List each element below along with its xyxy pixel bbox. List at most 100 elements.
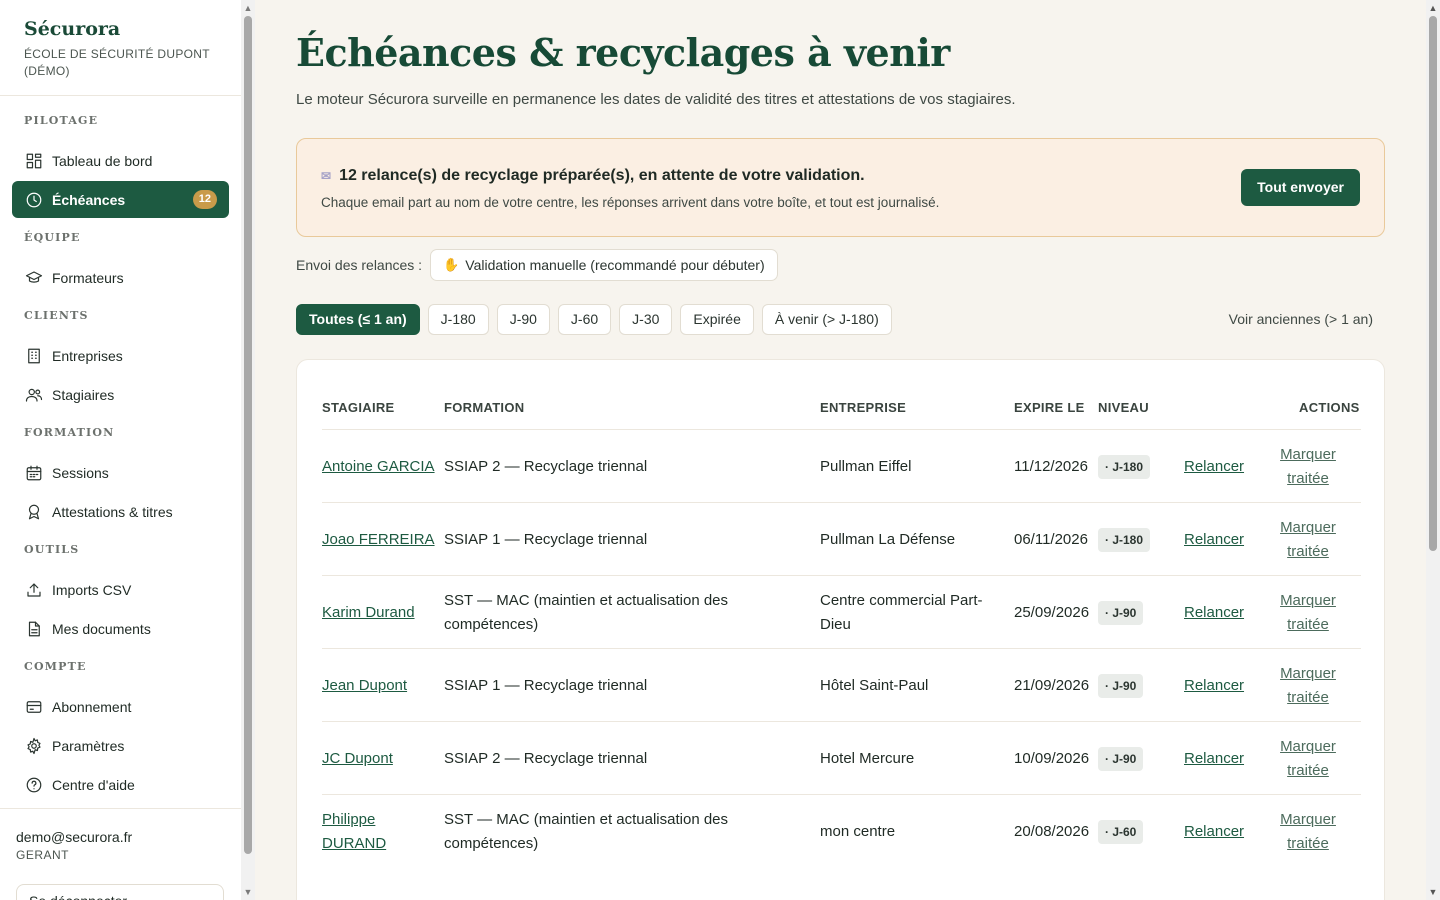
filter-chip-expiree[interactable]: Expirée	[680, 304, 754, 335]
alert-text: Chaque email part au nom de votre centre…	[321, 195, 940, 210]
graduation-cap-icon	[24, 268, 44, 288]
nav-section-heading: CLIENTS	[24, 309, 89, 322]
header-expire: EXPIRE LE	[1014, 400, 1085, 415]
show-old-link[interactable]: Voir anciennes (> 1 an)	[1229, 311, 1373, 327]
sidebar-item-tableau-de-bord[interactable]: Tableau de bord	[12, 142, 229, 179]
brand-name[interactable]: Sécurora	[24, 18, 217, 40]
cell-relancer: Relancer	[1184, 722, 1264, 795]
relancer-link[interactable]: Relancer	[1184, 455, 1244, 479]
table-row: Karim Durand SST — MAC (maintien et actua…	[322, 575, 1361, 648]
scroll-down-arrow-icon[interactable]: ▼	[243, 887, 253, 897]
level-badge: · J-180	[1098, 454, 1151, 479]
cell-entreprise: Pullman Eiffel	[820, 430, 1000, 503]
sidebar-item-formateurs[interactable]: Formateurs	[12, 259, 229, 296]
page-description: Le moteur Sécurora surveille en permanen…	[296, 91, 1016, 108]
send-mode-select[interactable]: ✋ Validation manuelle (recommandé pour d…	[430, 249, 778, 281]
mark-done-link[interactable]: Marquer traitée	[1272, 735, 1344, 783]
scroll-down-arrow-icon[interactable]: ▼	[1428, 887, 1438, 897]
formation-text: SSIAP 2 — Recyclage triennal	[444, 749, 648, 767]
main-scroll-thumb[interactable]	[1429, 16, 1437, 551]
filter-chip-j-60[interactable]: J-60	[557, 304, 612, 335]
sidebar-footer: demo@securora.fr GERANT Se déconnecter	[0, 808, 241, 900]
cell-stagiaire: Antoine GARCIA	[322, 430, 440, 503]
stagiaire-link[interactable]: Karim Durand	[322, 601, 415, 625]
relancer-link[interactable]: Relancer	[1184, 820, 1244, 844]
sidebar-scroll-thumb[interactable]	[244, 16, 252, 854]
nav-section-pilotage: PILOTAGE Tableau de bord Échéances 12	[0, 112, 241, 220]
cell-marquer: Marquer traitée	[1272, 722, 1344, 795]
table-row: Antoine GARCIA SSIAP 2 — Recyclage trienn…	[322, 429, 1361, 502]
sidebar-item-abonnement[interactable]: Abonnement	[12, 688, 229, 725]
sidebar-item-label: Paramètres	[52, 737, 125, 754]
header-entreprise: ENTREPRISE	[820, 400, 907, 415]
main-scrollbar[interactable]: ▲ ▼	[1426, 0, 1440, 900]
sidebar-item-sessions[interactable]: Sessions	[12, 454, 229, 491]
gear-icon	[24, 736, 44, 756]
mark-done-link[interactable]: Marquer traitée	[1272, 589, 1344, 637]
cell-entreprise: mon centre	[820, 795, 1000, 868]
expire-text: 06/11/2026	[1014, 530, 1088, 548]
relancer-link[interactable]: Relancer	[1184, 528, 1244, 552]
mark-done-link[interactable]: Marquer traitée	[1272, 662, 1344, 710]
header-niveau: NIVEAU	[1098, 400, 1149, 415]
formation-text: SSIAP 2 — Recyclage triennal	[444, 457, 648, 475]
expire-text: 21/09/2026	[1014, 676, 1090, 694]
stagiaire-link[interactable]: Philippe DURAND	[322, 808, 440, 856]
nav-section-outils: OUTILS Imports CSV Mes documents	[0, 541, 241, 649]
send-mode-value: Validation manuelle (recommandé pour déb…	[465, 257, 765, 273]
count-badge: 12	[192, 190, 217, 209]
help-icon	[24, 775, 44, 795]
mark-done-link[interactable]: Marquer traitée	[1272, 443, 1344, 491]
envelope-icon: ✉	[321, 169, 332, 183]
nav-section-items: Entreprises Stagiaires	[0, 337, 241, 413]
filter-chip-a-venir-j-180[interactable]: À venir (> J-180)	[761, 304, 892, 335]
filter-chip-j-90[interactable]: J-90	[496, 304, 550, 335]
scroll-up-arrow-icon[interactable]: ▲	[243, 3, 253, 13]
nav-section-formation: FORMATION Sessions Attestations & titres	[0, 424, 241, 532]
filter-chip-toutes-1-an[interactable]: Toutes (≤ 1 an)	[296, 304, 420, 335]
cell-expire: 20/08/2026	[1014, 795, 1098, 868]
relancer-link[interactable]: Relancer	[1184, 674, 1244, 698]
stagiaire-link[interactable]: Joao FERREIRA	[322, 528, 435, 552]
table-row: Joao FERREIRA SSIAP 1 — Recyclage trienna…	[322, 502, 1361, 575]
cell-stagiaire: Jean Dupont	[322, 649, 440, 722]
send-all-button[interactable]: Tout envoyer	[1241, 169, 1360, 206]
sidebar-item-centre-d-aide[interactable]: Centre d'aide	[12, 766, 229, 803]
sidebar-item-parametres[interactable]: Paramètres	[12, 727, 229, 764]
credit-card-icon	[24, 697, 44, 717]
cell-niveau: · J-180	[1098, 430, 1168, 503]
sidebar-item-label: Centre d'aide	[52, 776, 135, 793]
sidebar-item-attestations-titres[interactable]: Attestations & titres	[12, 493, 229, 530]
sidebar-item-imports-csv[interactable]: Imports CSV	[12, 571, 229, 608]
sidebar-item-entreprises[interactable]: Entreprises	[12, 337, 229, 374]
mark-done-link[interactable]: Marquer traitée	[1272, 516, 1344, 564]
clock-icon	[24, 190, 44, 210]
formation-text: SST — MAC (maintien et actualisation des…	[444, 810, 729, 852]
brand: Sécurora ÉCOLE DE SÉCURITÉ DUPONT (DÉMO)	[0, 0, 241, 96]
expire-text: 10/09/2026	[1014, 749, 1090, 767]
relancer-link[interactable]: Relancer	[1184, 601, 1244, 625]
nav-section-items: Sessions Attestations & titres	[0, 454, 241, 530]
cell-stagiaire: Philippe DURAND	[322, 795, 440, 868]
dashboard-icon	[24, 151, 44, 171]
filter-chip-j-180[interactable]: J-180	[427, 304, 489, 335]
cell-marquer: Marquer traitée	[1272, 649, 1344, 722]
relancer-link[interactable]: Relancer	[1184, 747, 1244, 771]
logout-button[interactable]: Se déconnecter	[16, 884, 224, 900]
sidebar-item-stagiaires[interactable]: Stagiaires	[12, 376, 229, 413]
cell-niveau: · J-90	[1098, 649, 1168, 722]
scroll-up-arrow-icon[interactable]: ▲	[1428, 3, 1438, 13]
cell-marquer: Marquer traitée	[1272, 795, 1344, 868]
stagiaire-link[interactable]: JC Dupont	[322, 747, 393, 771]
mark-done-link[interactable]: Marquer traitée	[1272, 808, 1344, 856]
filter-chip-j-30[interactable]: J-30	[619, 304, 673, 335]
stagiaire-link[interactable]: Jean Dupont	[322, 674, 407, 698]
cell-stagiaire: Karim Durand	[322, 576, 440, 649]
upload-icon	[24, 580, 44, 600]
stagiaire-link[interactable]: Antoine GARCIA	[322, 455, 435, 479]
sidebar-scrollbar[interactable]: ▲ ▼	[241, 0, 255, 900]
sidebar-item-echeances[interactable]: Échéances 12	[12, 181, 229, 218]
cell-expire: 25/09/2026	[1014, 576, 1098, 649]
nav-section-heading: COMPTE	[24, 660, 87, 673]
sidebar-item-mes-documents[interactable]: Mes documents	[12, 610, 229, 647]
